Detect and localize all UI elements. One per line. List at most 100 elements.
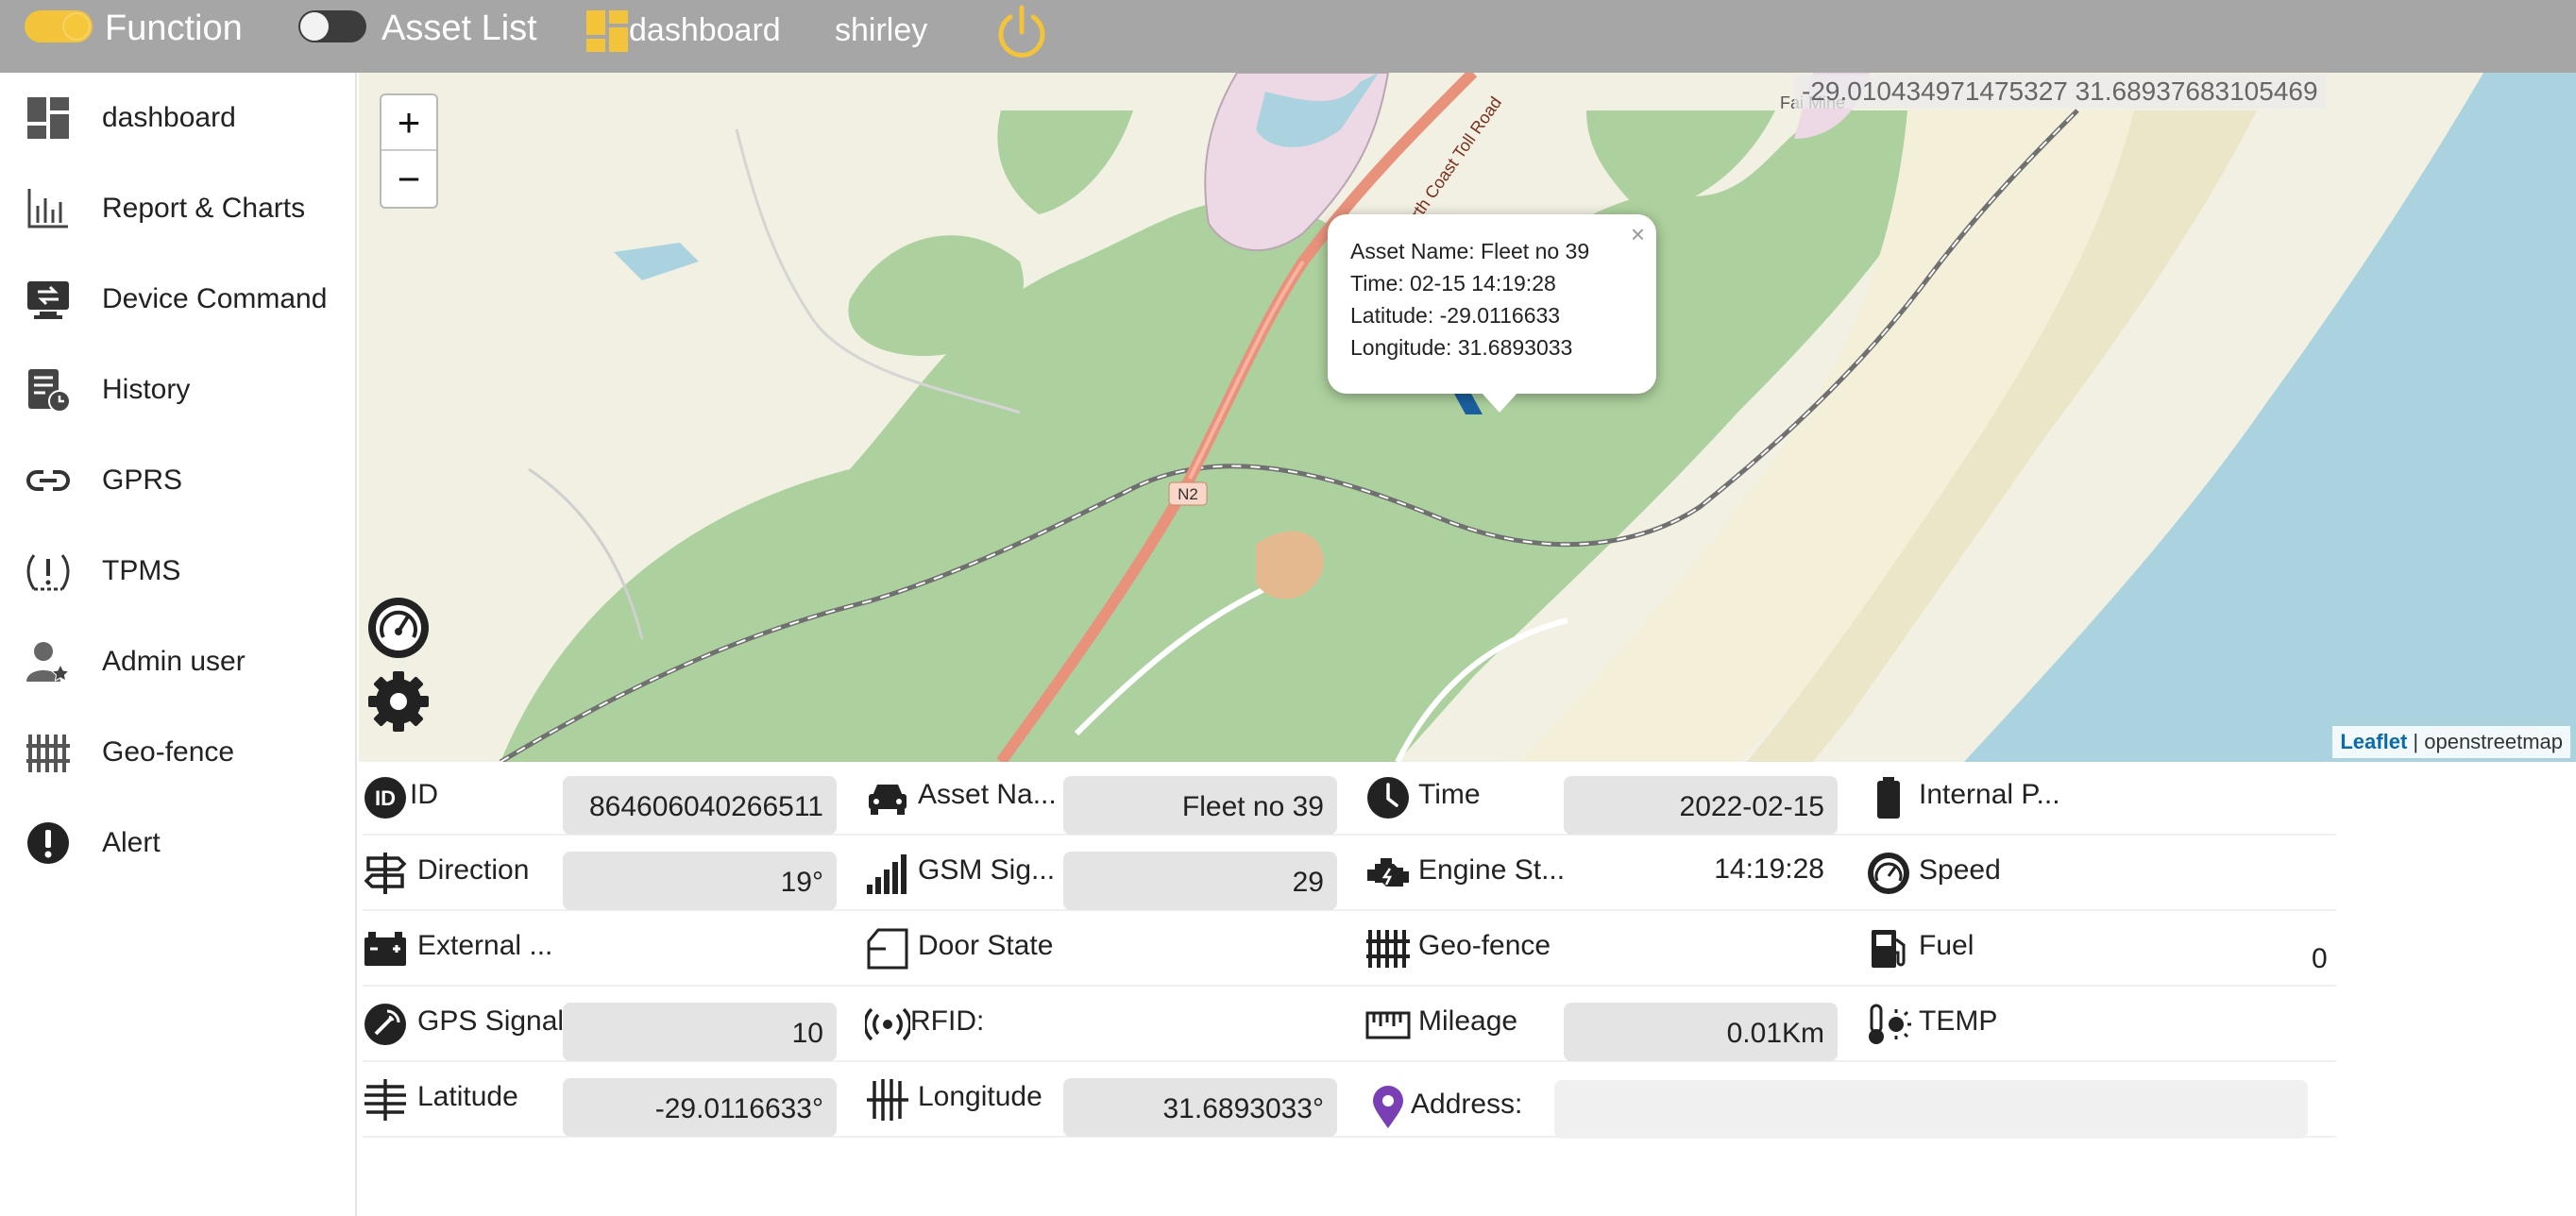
rfid-label: RFID:: [910, 1005, 985, 1037]
sidebar-item-device-command[interactable]: Device Command: [0, 262, 355, 337]
direction-signpost-icon: [364, 853, 407, 894]
id-value: 864606040266511: [563, 776, 837, 835]
sidebar-item-label: Geo-fence: [102, 736, 235, 768]
signal-bars-icon: [867, 854, 907, 894]
time-label: Time: [1418, 779, 1481, 810]
chart-icon: [27, 189, 68, 228]
device-command-icon: [27, 281, 69, 319]
sidebar-item-label: History: [102, 374, 191, 405]
car-battery-icon: [364, 932, 406, 966]
car-icon: [869, 785, 907, 815]
longitude-label: Longitude: [918, 1081, 1042, 1112]
sidebar-item-report-charts[interactable]: Report & Charts: [0, 171, 355, 246]
latitude-label: Latitude: [417, 1081, 518, 1112]
mileage-value: 0.01Km: [1564, 1003, 1838, 1061]
popup-longitude: Longitude: 31.6893033: [1350, 335, 1573, 360]
toggle-knob: [62, 12, 91, 41]
dashboard-icon: [27, 97, 69, 139]
fence-icon: [26, 735, 70, 772]
asset-info-panel: ID ID 864606040266511 Asset Na... Fleet …: [359, 762, 2576, 1216]
coordinate-readout: -29.010434971475327 31.68937683105469: [1794, 75, 2326, 109]
speed-label: Speed: [1919, 854, 2001, 886]
sidebar-item-history[interactable]: History: [0, 352, 355, 428]
function-toggle[interactable]: [25, 10, 93, 42]
asset-popup: × Asset Name: Fleet no 39 Time: 02-15 14…: [1328, 214, 1656, 413]
sidebar-item-label: Alert: [102, 827, 161, 858]
road-label: N2: [1178, 485, 1198, 503]
sidebar-item-admin-user[interactable]: Admin user: [0, 624, 355, 700]
row-divider: [363, 985, 2336, 987]
user-name[interactable]: shirley: [835, 9, 927, 51]
gps-signal-label: GPS Signal: [417, 1005, 565, 1037]
address-label: Address:: [1411, 1089, 1523, 1120]
sidebar-item-label: GPRS: [102, 464, 183, 496]
longitude-value: 31.6893033°: [1063, 1078, 1337, 1137]
temp-label: TEMP: [1919, 1005, 1998, 1037]
direction-value: 19°: [563, 852, 837, 910]
sidebar-item-gprs[interactable]: GPRS: [0, 443, 355, 518]
openstreetmap-link[interactable]: openstreetmap: [2424, 730, 2563, 753]
top-bar: Function Asset List dashboard shirley: [0, 0, 2576, 73]
sidebar-item-label: Admin user: [102, 646, 246, 677]
address-value: [1554, 1080, 2308, 1139]
thermometer-icon: [1869, 1004, 1911, 1044]
dashboard-icon[interactable]: [585, 9, 629, 53]
engine-icon: [1367, 858, 1409, 887]
external-power-label: External ...: [417, 930, 553, 961]
popup-asset-name: Asset Name: Fleet no 39: [1350, 239, 1590, 263]
popup-time: Time: 02-15 14:19:28: [1350, 271, 1556, 296]
sidebar-item-dashboard[interactable]: dashboard: [0, 80, 355, 156]
latitude-value: -29.0116633°: [563, 1078, 837, 1137]
speedometer-icon: [1868, 853, 1909, 894]
sidebar-item-tpms[interactable]: TPMS: [0, 533, 355, 609]
engine-state-label: Engine St...: [1418, 854, 1566, 886]
location-pin-icon: [1373, 1086, 1403, 1128]
rfid-icon: [865, 1007, 910, 1041]
dashboard-link[interactable]: dashboard: [629, 9, 781, 51]
popup-latitude: Latitude: -29.0116633: [1350, 303, 1561, 328]
map-tiles: N2 North Coast Toll Road Fai Mine: [359, 73, 2576, 762]
gps-signal-value: 10: [563, 1003, 837, 1061]
latitude-icon: [364, 1079, 406, 1121]
map-view[interactable]: N2 North Coast Toll Road Fai Mine + − -2…: [359, 73, 2576, 762]
fuel-label: Fuel: [1919, 930, 1974, 961]
sidebar-item-alert[interactable]: Alert: [0, 805, 355, 881]
leaflet-link[interactable]: Leaflet: [2340, 730, 2407, 753]
door-icon: [867, 928, 908, 970]
battery-icon: [1877, 777, 1900, 819]
time-value: 2022-02-15 14:19:28: [1564, 776, 1838, 885]
sidebar-item-label: TPMS: [102, 555, 181, 586]
link-icon: [26, 470, 70, 491]
longitude-icon: [867, 1079, 908, 1121]
direction-label: Direction: [417, 854, 530, 886]
sidebar-item-label: Device Command: [102, 283, 328, 314]
settings-gear-icon[interactable]: [364, 667, 432, 735]
sidebar-item-label: dashboard: [102, 102, 236, 133]
speedometer-icon[interactable]: [364, 594, 432, 662]
zoom-in-button[interactable]: +: [381, 95, 436, 151]
sidebar-item-label: Report & Charts: [102, 193, 306, 224]
function-label[interactable]: Function: [105, 8, 243, 49]
satellite-signal-icon: [364, 1004, 406, 1045]
sidebar-item-geo-fence[interactable]: Geo-fence: [0, 715, 355, 790]
power-icon[interactable]: [991, 2, 1052, 62]
sidebar: dashboard Report & Charts Device Command…: [0, 73, 357, 1216]
mileage-label: Mileage: [1418, 1005, 1518, 1037]
tire-pressure-icon: [26, 554, 70, 591]
asset-list-label[interactable]: Asset List: [381, 8, 537, 49]
popup-close-button[interactable]: ×: [1631, 220, 1645, 249]
history-icon: [28, 369, 71, 413]
clock-icon: [1367, 777, 1409, 819]
zoom-control: + −: [380, 93, 438, 209]
gsm-signal-label: GSM Sig...: [918, 854, 1056, 886]
attribution-separator: |: [2407, 730, 2425, 753]
asset-list-toggle[interactable]: [298, 10, 366, 42]
fence-icon: [1366, 930, 1410, 968]
svg-text:ID: ID: [375, 786, 396, 810]
geo-fence-label: Geo-fence: [1418, 930, 1551, 961]
zoom-out-button[interactable]: −: [381, 152, 436, 208]
toggle-knob: [300, 12, 329, 41]
alert-icon: [27, 822, 69, 864]
admin-user-icon: [26, 642, 71, 682]
door-state-label: Door State: [918, 930, 1054, 961]
